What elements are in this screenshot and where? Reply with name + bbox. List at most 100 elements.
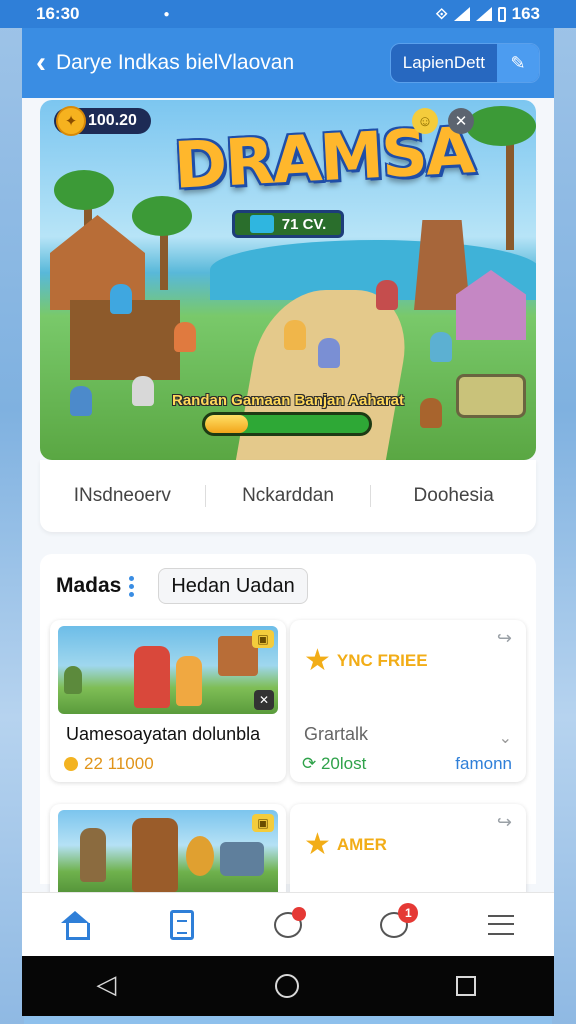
game-card[interactable]: ▣ — [50, 804, 286, 904]
tools-icon: ✕ — [254, 690, 274, 710]
card-price-value: 22 11000 — [84, 754, 154, 773]
background-right — [552, 0, 576, 1024]
game-thumbnail: ▣ — [58, 810, 278, 898]
share-icon[interactable]: ↪ — [497, 812, 512, 833]
background-left — [0, 0, 24, 1024]
card-title: Uamesoayatan dolunbla — [66, 724, 261, 744]
edit-icon[interactable]: ✎ — [497, 44, 539, 82]
thumb-character — [80, 828, 106, 882]
hero-character — [376, 280, 398, 310]
system-recents-icon[interactable] — [455, 976, 476, 996]
bottom-navigation: 1 — [22, 892, 554, 956]
coin-amount: 100.20 — [88, 112, 137, 129]
loading-progress-fill — [205, 415, 248, 433]
thumb-character — [132, 818, 178, 892]
game-card[interactable]: ▣ ✕ Uamesoayatan dolunbla 22 11000 — [50, 620, 286, 782]
card-price: 22 11000 — [64, 754, 154, 774]
chat-dot-badge — [291, 906, 306, 921]
thumb-badge-icon: ▣ — [252, 630, 274, 648]
palm-leaves — [54, 170, 114, 210]
tab-2[interactable]: Nckarddan — [204, 485, 371, 507]
palm-leaves — [466, 106, 536, 146]
document-icon — [169, 909, 194, 940]
notification-badge: 1 — [398, 902, 419, 923]
status-bar: 16:30 ● ⟐ 163 — [0, 0, 576, 28]
star-icon: ★ — [304, 644, 331, 677]
thumb-vehicle — [220, 842, 264, 876]
tab-1[interactable]: INsdneoerv — [40, 485, 205, 507]
close-icon[interactable]: ✕ — [448, 108, 474, 134]
hero-jeep — [456, 374, 526, 418]
game-hero-banner[interactable]: ✦ 100.20 DRAMSA 71 CV. ☺ ✕ Randan Gamaan… — [40, 100, 536, 460]
thumb-character — [134, 646, 170, 708]
thumb-badge-icon: ▣ — [252, 814, 274, 832]
promo-link[interactable]: famonn — [455, 754, 512, 774]
thumb-character — [64, 666, 82, 694]
hero-character — [318, 338, 340, 368]
promo-badge-text: AMER — [336, 835, 387, 854]
hero-character — [420, 398, 442, 428]
app-bar-action-button[interactable]: LapienDett ✎ — [389, 43, 540, 83]
hero-character — [430, 332, 452, 362]
status-dot-icon: ● — [163, 8, 170, 20]
star-icon: ★ — [304, 828, 331, 861]
promo-count-value: 20lost — [320, 754, 367, 773]
loading-progress-bar — [202, 412, 372, 436]
status-signal-text: 163 — [511, 4, 540, 23]
app-screen: ‹ Darye Indkas bielVlaovan LapienDett ✎ … — [22, 28, 554, 1016]
chevron-left-icon[interactable]: ‹ — [36, 48, 46, 78]
hero-character — [174, 322, 196, 352]
status-time: 16:30 — [36, 4, 80, 23]
app-title: Darye Indkas bielVlaovan — [56, 51, 295, 74]
thumb-coin — [186, 836, 214, 876]
promo-title: Grartalk — [304, 724, 369, 744]
tab-bar: INsdneoerv Nckarddan Doohesia — [40, 460, 536, 532]
promo-card[interactable]: ★ AMER ↪ — [290, 804, 526, 904]
palm-trunk — [506, 130, 514, 250]
signal-icon — [475, 7, 492, 21]
hero-character — [132, 376, 154, 406]
nav-documents[interactable] — [162, 905, 202, 945]
logo-badge: 71 CV. — [232, 210, 344, 238]
promo-card[interactable]: ★ YNC FRIEE ↪ Grartalk ⌄ ⟳ 20lost famonn — [290, 620, 526, 782]
promo-badge-text: YNC FRIEE — [336, 651, 428, 670]
system-back-icon[interactable] — [96, 969, 118, 1000]
tab-3[interactable]: Doohesia — [370, 485, 536, 507]
share-icon[interactable]: ↪ — [497, 628, 512, 649]
content-section: Madas Hedan Uadan ▣ ✕ Uamesoayatan dolun… — [40, 554, 536, 904]
promo-badge: ★ AMER — [304, 830, 387, 860]
home-icon — [61, 910, 91, 940]
system-home-icon[interactable] — [274, 974, 299, 998]
game-thumbnail: ▣ ✕ — [58, 626, 278, 714]
smile-icon[interactable]: ☺ — [412, 108, 438, 134]
logo-badge-text: 71 CV. — [281, 215, 327, 233]
promo-badge: ★ YNC FRIEE — [304, 646, 428, 676]
app-bar-action-label: LapienDett — [402, 53, 485, 72]
badge-screen-icon — [249, 215, 274, 233]
section-title: Madas — [56, 574, 122, 597]
promo-count: ⟳ 20lost — [302, 754, 366, 774]
thumb-character — [176, 656, 202, 706]
hero-character — [70, 386, 92, 416]
hero-character — [110, 284, 132, 314]
coin-balance: ✦ 100.20 — [54, 106, 151, 136]
nav-home[interactable] — [55, 905, 95, 945]
filter-chip[interactable]: Hedan Uadan — [158, 568, 308, 604]
chevron-down-icon[interactable]: ⌄ — [499, 728, 512, 748]
coin-icon: ✦ — [56, 106, 86, 136]
nav-chat[interactable] — [268, 905, 308, 945]
wifi-icon — [453, 7, 470, 21]
loading-text: Randan Gamaan Banjan Aaharat — [172, 392, 405, 409]
section-header: Madas Hedan Uadan — [56, 568, 308, 604]
coin-icon — [64, 757, 78, 771]
menu-icon — [487, 914, 514, 935]
refresh-icon: ⟳ — [302, 754, 321, 773]
more-options-icon[interactable] — [129, 575, 135, 597]
nav-notifications[interactable]: 1 — [374, 902, 419, 945]
system-navigation — [22, 956, 554, 1016]
app-bar: ‹ Darye Indkas bielVlaovan LapienDett ✎ — [22, 28, 554, 98]
nav-menu[interactable] — [481, 905, 521, 945]
hero-character — [284, 320, 306, 350]
battery-icon — [497, 6, 506, 22]
vibrate-icon: ⟐ — [435, 5, 448, 23]
